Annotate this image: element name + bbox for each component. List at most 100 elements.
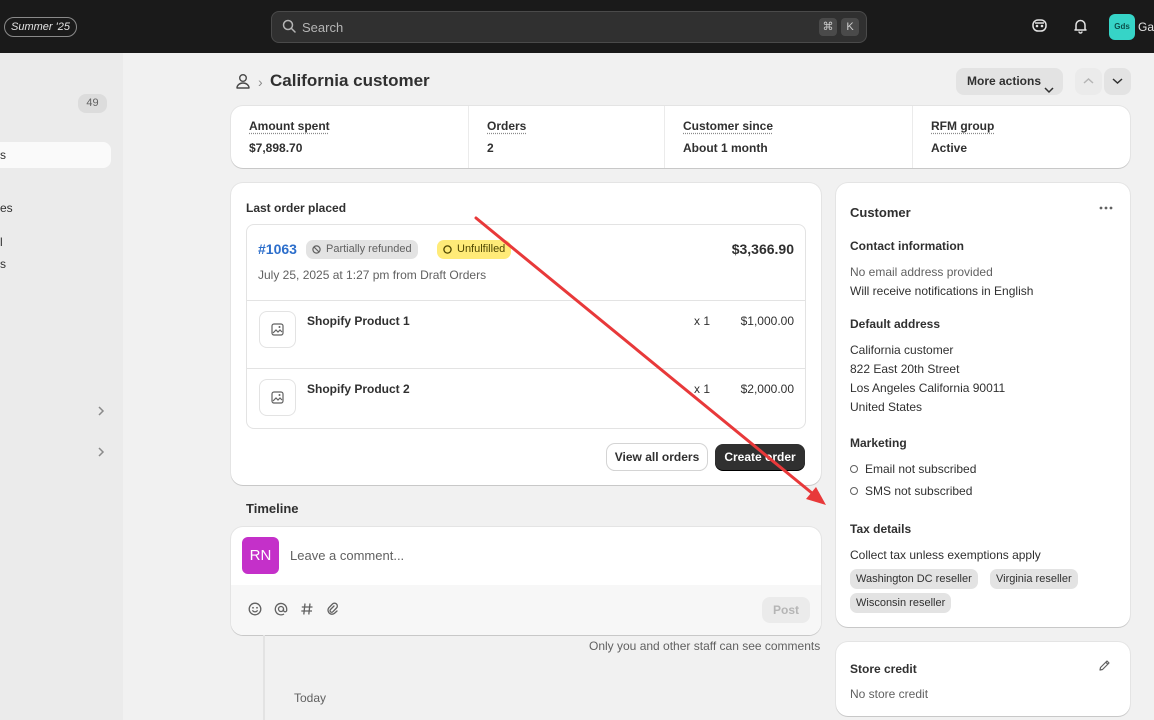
- timeline-line: [263, 635, 265, 720]
- divider: [664, 106, 665, 168]
- contact-email: No email address provided: [850, 265, 993, 279]
- sidebar-item-label[interactable]: es: [0, 201, 13, 215]
- sidebar-count-badge: 49: [78, 94, 107, 113]
- emoji-icon[interactable]: [248, 602, 262, 619]
- tax-details-title: Tax details: [850, 522, 912, 536]
- edition-badge[interactable]: Summer '25: [4, 17, 77, 37]
- chevron-right-icon[interactable]: [96, 404, 106, 419]
- contact-info-title: Contact information: [850, 239, 964, 253]
- address-line: California customer: [850, 343, 954, 357]
- stat-value: Active: [931, 141, 968, 155]
- page-title: California customer: [270, 71, 430, 90]
- next-customer-button[interactable]: [1104, 68, 1131, 95]
- product-name-link[interactable]: Shopify Product 2: [307, 382, 410, 396]
- last-order-card: Last order placed #1063 Partially refund…: [231, 183, 821, 485]
- view-all-orders-button[interactable]: View all orders: [607, 444, 707, 470]
- user-avatar[interactable]: Gds: [1109, 14, 1135, 40]
- customer-details-card: Customer Contact information No email ad…: [836, 183, 1130, 627]
- shortcut-cmd-key: ⌘: [819, 18, 837, 36]
- address-line: United States: [850, 400, 923, 414]
- customer-card-title: Customer: [850, 205, 911, 220]
- chevron-down-icon: [1044, 77, 1054, 104]
- email-marketing-status: Email not subscribed: [865, 462, 977, 476]
- edit-pencil-icon[interactable]: [1098, 659, 1111, 675]
- refund-status-icon: [312, 245, 321, 254]
- breadcrumb-separator-icon: ›: [258, 74, 263, 90]
- order-number-link[interactable]: #1063: [258, 241, 297, 257]
- sidebar-item-label: s: [0, 148, 6, 162]
- notification-language: Will receive notifications in English: [850, 284, 1034, 298]
- comment-input[interactable]: Leave a comment...: [290, 548, 404, 563]
- chevron-right-icon[interactable]: [96, 445, 106, 460]
- tax-exemption-tag: Washington DC reseller: [850, 569, 978, 589]
- product-quantity: x 1: [694, 382, 711, 396]
- bell-icon[interactable]: [1072, 17, 1089, 37]
- avatar: RN: [242, 537, 279, 574]
- store-credit-value: No store credit: [850, 687, 929, 701]
- stat-customer-since: Customer since About 1 month: [683, 106, 903, 168]
- product-image-placeholder: [259, 311, 296, 348]
- stat-label[interactable]: Amount spent: [249, 119, 330, 133]
- sidekick-icon[interactable]: [1031, 17, 1048, 37]
- search-bar[interactable]: Search ⌘ K: [271, 11, 867, 43]
- stat-label[interactable]: RFM group: [931, 119, 994, 133]
- stat-value: 2: [487, 141, 494, 155]
- more-options-icon[interactable]: [1098, 199, 1114, 214]
- order-total: $3,366.90: [731, 241, 794, 257]
- divider: [912, 106, 913, 168]
- divider: [247, 368, 805, 369]
- store-credit-card: Store credit No store credit: [836, 642, 1130, 716]
- sidebar-item-active[interactable]: s: [0, 142, 111, 168]
- fulfillment-status-label: Unfulfilled: [457, 243, 506, 255]
- search-icon: [282, 19, 296, 36]
- fulfillment-status-badge: Unfulfilled: [437, 240, 512, 259]
- image-icon: [271, 323, 284, 336]
- sidebar: 49 s es l s: [0, 53, 123, 720]
- payment-status-badge: Partially refunded: [306, 240, 418, 259]
- status-circle-icon: [850, 465, 858, 473]
- top-bar: Summer '25 Search ⌘ K Gds Ga: [0, 0, 1154, 53]
- sidebar-item-label[interactable]: l: [0, 235, 3, 249]
- comment-visibility-note: Only you and other staff can see comment…: [589, 639, 821, 653]
- marketing-title: Marketing: [850, 436, 907, 450]
- address-line: 822 East 20th Street: [850, 362, 960, 376]
- mention-icon[interactable]: [274, 602, 288, 619]
- post-button[interactable]: Post: [762, 597, 810, 623]
- stat-value: $7,898.70: [249, 141, 303, 155]
- product-price: $1,000.00: [740, 314, 794, 328]
- more-actions-button[interactable]: More actions: [956, 68, 1063, 95]
- product-image-placeholder: [259, 379, 296, 416]
- attachment-icon[interactable]: [326, 602, 340, 619]
- timeline-title: Timeline: [246, 501, 299, 516]
- hashtag-icon[interactable]: [300, 602, 314, 619]
- sidebar-item-label[interactable]: s: [0, 257, 6, 271]
- shortcut-k-key: K: [841, 18, 859, 36]
- stat-rfm-group: RFM group Active: [931, 106, 1111, 168]
- stat-label[interactable]: Customer since: [683, 119, 773, 133]
- divider: [468, 106, 469, 168]
- product-name-link[interactable]: Shopify Product 1: [307, 314, 410, 328]
- unfulfilled-status-icon: [443, 245, 452, 254]
- default-address-title: Default address: [850, 317, 941, 331]
- product-quantity: x 1: [694, 314, 711, 328]
- timeline-date-heading: Today: [294, 691, 327, 705]
- sms-marketing-status: SMS not subscribed: [865, 484, 973, 498]
- user-name[interactable]: Ga: [1138, 20, 1154, 34]
- tax-exemption-tag: Virginia reseller: [990, 569, 1078, 589]
- stat-label[interactable]: Orders: [487, 119, 526, 133]
- more-actions-label: More actions: [967, 74, 1042, 88]
- image-icon: [271, 391, 284, 404]
- previous-customer-button[interactable]: [1075, 68, 1102, 95]
- order-date: July 25, 2025 at 1:27 pm from Draft Orde…: [258, 268, 487, 282]
- status-circle-icon: [850, 487, 858, 495]
- customer-person-icon[interactable]: [236, 73, 250, 92]
- comment-toolbar: Post: [231, 585, 821, 635]
- create-order-button[interactable]: Create order: [715, 444, 805, 470]
- store-credit-title: Store credit: [850, 662, 917, 676]
- address-line: Los Angeles California 90011: [850, 381, 1006, 395]
- product-price: $2,000.00: [740, 382, 794, 396]
- stat-value: About 1 month: [683, 141, 768, 155]
- customer-stats-card: Amount spent $7,898.70 Orders 2 Customer…: [231, 106, 1130, 168]
- payment-status-label: Partially refunded: [326, 243, 412, 255]
- tax-setting: Collect tax unless exemptions apply: [850, 548, 1041, 562]
